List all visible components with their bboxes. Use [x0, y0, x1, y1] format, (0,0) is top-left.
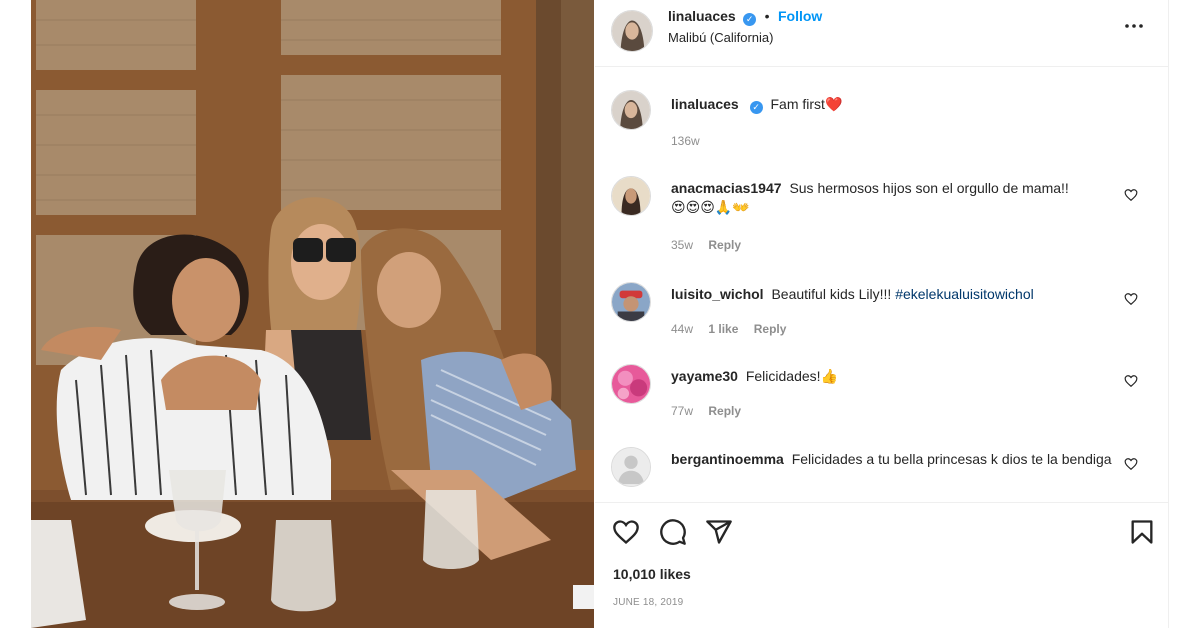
likes-count[interactable]: 10,010 likes [613, 566, 691, 582]
verified-badge-icon: ✓ [743, 13, 757, 26]
post-date[interactable]: JUNE 18, 2019 [613, 597, 683, 608]
separator-dot: • [764, 8, 770, 24]
heart-icon[interactable] [1124, 457, 1138, 471]
comment-username[interactable]: bergantinoemma [671, 451, 784, 467]
reply-button[interactable]: Reply [708, 404, 741, 418]
caption-avatar[interactable] [611, 90, 651, 130]
heart-icon[interactable] [1124, 374, 1138, 388]
reply-button[interactable]: Reply [708, 238, 741, 252]
comment-text: Felicidades a tu bella princesas k dios … [791, 451, 1112, 467]
default-avatar-icon [612, 448, 650, 486]
commenter-avatar[interactable] [611, 176, 651, 216]
commenter-avatar[interactable] [611, 447, 651, 487]
comment-username[interactable]: luisito_wichol [671, 286, 764, 302]
commenter-avatar[interactable] [611, 282, 651, 322]
comment-text: Beautiful kids Lily!!! [771, 286, 892, 302]
header-divider [595, 66, 1168, 67]
commenter-avatar-image [612, 365, 650, 403]
commenter-avatar-image [612, 177, 650, 215]
caption-meta: 136w [671, 134, 712, 148]
caption-username[interactable]: linaluaces [671, 96, 739, 112]
post-header: linaluaces ✓ • Follow Malibú (California… [595, 0, 1168, 66]
caption-avatar-image [612, 91, 650, 129]
comment-username[interactable]: yayame30 [671, 368, 738, 384]
heart-icon[interactable] [1124, 292, 1138, 306]
heart-icon[interactable] [1124, 188, 1138, 202]
hashtag-link[interactable]: #ekelekualuisitowichol [895, 286, 1034, 302]
more-options-icon[interactable] [1124, 16, 1144, 40]
post-photo[interactable] [31, 0, 594, 628]
comment-meta: 35w Reply [671, 238, 753, 252]
post-photo-image [31, 0, 594, 628]
author-line: linaluaces ✓ • Follow [668, 7, 822, 26]
comment-age[interactable]: 77w [671, 404, 693, 418]
comment-username[interactable]: anacmacias1947 [671, 180, 782, 196]
comment-text: Sus hermosos hijos son el orgullo de mam… [789, 180, 1069, 196]
comment-emoji: 👍 [820, 369, 838, 385]
comment-meta: 77w Reply [671, 404, 753, 418]
caption-age[interactable]: 136w [671, 134, 700, 148]
post-location[interactable]: Malibú (California) [668, 30, 773, 45]
heart-icon[interactable] [612, 518, 640, 546]
reply-button[interactable]: Reply [754, 322, 787, 336]
comment-emoji: 😍😍😍🙏👐 [671, 200, 750, 216]
comment-meta: 44w 1 like Reply [671, 322, 798, 336]
comment-likes[interactable]: 1 like [708, 322, 738, 336]
commenter-avatar-image [612, 283, 650, 321]
comment-text-line: bergantinoemma Felicidades a tu bella pr… [671, 449, 1118, 469]
post-actions-bar [595, 502, 1168, 628]
share-icon[interactable] [705, 518, 733, 546]
caption-text: Fam first [770, 96, 825, 112]
comment-age[interactable]: 44w [671, 322, 693, 336]
verified-badge-icon: ✓ [749, 101, 763, 114]
red-heart-emoji: ❤️ [824, 97, 843, 113]
caption-text-line: linaluaces ✓ Fam first❤️ [671, 94, 1118, 115]
comment-text: Felicidades! [745, 368, 821, 384]
comment-text-line: yayame30 Felicidades!👍 [671, 366, 1118, 387]
follow-button[interactable]: Follow [778, 8, 822, 24]
post-detail-panel: linaluaces ✓ • Follow Malibú (California… [595, 0, 1169, 628]
comment-age[interactable]: 35w [671, 238, 693, 252]
comment-text-line: luisito_wichol Beautiful kids Lily!!! #e… [671, 284, 1118, 304]
author-avatar-image [612, 11, 652, 51]
author-avatar[interactable] [611, 10, 653, 52]
commenter-avatar[interactable] [611, 364, 651, 404]
comment-icon[interactable] [659, 518, 687, 546]
author-username[interactable]: linaluaces [668, 8, 736, 24]
bookmark-icon[interactable] [1128, 518, 1156, 546]
comment-text-line: anacmacias1947 Sus hermosos hijos son el… [671, 178, 1118, 218]
